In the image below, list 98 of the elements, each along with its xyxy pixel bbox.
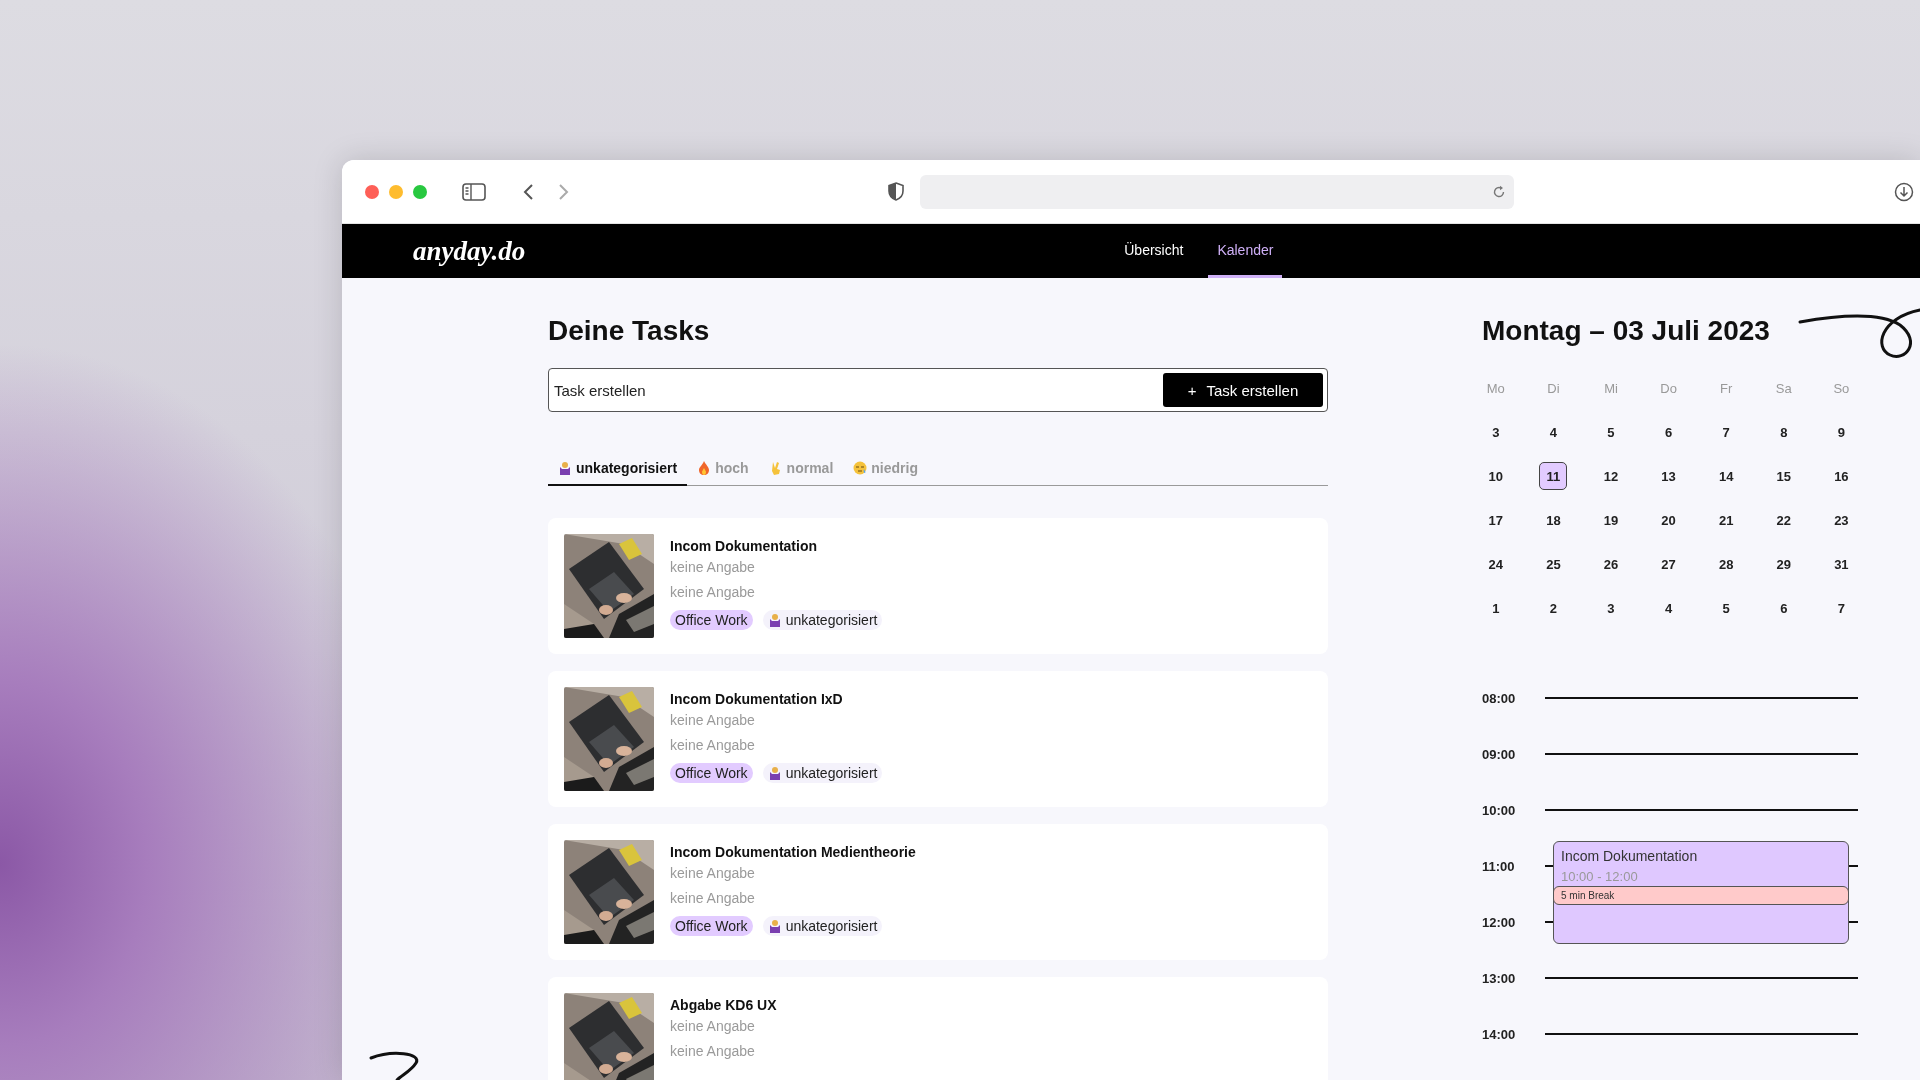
forward-icon[interactable] xyxy=(558,182,570,201)
page-title: Deine Tasks xyxy=(548,314,711,348)
weekday-label: Do xyxy=(1660,380,1677,396)
priority-tab[interactable]: unkategorisiert xyxy=(548,452,688,486)
task-title: Abgabe KD6 UX xyxy=(670,996,777,1014)
hour-label: 11:00 xyxy=(1482,858,1516,874)
weekday-label: Fr xyxy=(1720,380,1733,396)
calendar-day[interactable]: 4 xyxy=(1654,594,1683,622)
calendar-day[interactable]: 29 xyxy=(1769,550,1798,578)
task-input-field[interactable]: Task erstellen + Task erstellen xyxy=(548,368,1328,412)
hour-label: 14:00 xyxy=(1482,1026,1517,1042)
person-icon xyxy=(767,919,782,933)
calendar-day[interactable]: 3 xyxy=(1597,594,1625,622)
weekday-label: Di xyxy=(1547,380,1560,396)
nav-link[interactable]: Kalender xyxy=(1208,224,1283,278)
sidebar-icon[interactable] xyxy=(462,182,486,201)
task-title: Incom Dokumentation Medientheorie xyxy=(670,843,916,861)
task-detail: keine Angabe xyxy=(670,736,756,755)
nav-link[interactable]: Übersicht xyxy=(1115,224,1193,278)
task-title: Incom Dokumentation xyxy=(670,537,818,555)
create-task-button[interactable]: + Task erstellen xyxy=(1163,373,1323,407)
tag: Office Work xyxy=(670,610,753,630)
task-detail: keine Angabe xyxy=(670,1017,756,1036)
calendar-day[interactable]: 27 xyxy=(1654,550,1683,578)
calendar-day[interactable]: 5 xyxy=(1712,594,1741,622)
person-icon xyxy=(767,766,782,780)
calendar-day[interactable]: 22 xyxy=(1769,506,1798,534)
event-time: 10:00 - 12:00 xyxy=(1561,868,1639,885)
category-tag: unkategorisiert xyxy=(762,763,883,783)
category-tag: unkategorisiert xyxy=(762,610,883,630)
calendar-day[interactable]: 5 xyxy=(1597,418,1625,446)
tag: Office Work xyxy=(670,916,753,936)
task-title: Incom Dokumentation IxD xyxy=(670,690,844,708)
calendar-day[interactable]: 4 xyxy=(1539,418,1568,446)
calendar-day[interactable]: 8 xyxy=(1769,418,1798,446)
calendar-day[interactable]: 12 xyxy=(1597,462,1625,490)
calendar-day[interactable]: 7 xyxy=(1827,594,1856,622)
calendar-day[interactable]: 9 xyxy=(1827,418,1856,446)
person-icon xyxy=(558,461,572,475)
calendar-day[interactable]: 28 xyxy=(1712,550,1741,578)
calendar-day[interactable]: 14 xyxy=(1712,462,1741,490)
weekday-label: Mo xyxy=(1486,380,1505,396)
close-button[interactable] xyxy=(365,184,379,199)
calendar-day[interactable]: 20 xyxy=(1654,506,1683,534)
task-detail: keine Angabe xyxy=(670,889,756,908)
task-card[interactable]: Abgabe KD6 UX keine Angabe keine Angabe xyxy=(548,977,1328,1080)
calendar-title: Montag – 03 Juli 2023 xyxy=(1482,314,1770,348)
calendar-day[interactable]: 25 xyxy=(1539,550,1568,578)
flame-icon xyxy=(697,461,712,475)
weekday-label: So xyxy=(1833,380,1850,396)
calendar-day[interactable]: 10 xyxy=(1481,462,1510,490)
calendar-day[interactable]: 23 xyxy=(1827,506,1856,534)
calendar-day[interactable]: 24 xyxy=(1481,550,1510,578)
calendar-day[interactable]: 6 xyxy=(1654,418,1683,446)
back-icon[interactable] xyxy=(522,182,534,201)
task-card[interactable]: Incom Dokumentation keine Angabe keine Angabe Office Work unkategorisiert xyxy=(548,518,1328,654)
calendar-day[interactable]: 31 xyxy=(1827,550,1856,578)
calendar-day[interactable]: 15 xyxy=(1769,462,1798,490)
event-title: Incom Dokumentation xyxy=(1561,847,1699,865)
squiggle-drawing xyxy=(369,1051,419,1080)
logo[interactable]: anyday.do xyxy=(413,235,526,267)
reload-icon[interactable] xyxy=(1492,184,1506,199)
weekday-label: Sa xyxy=(1775,380,1792,396)
calendar-day[interactable]: 13 xyxy=(1654,462,1683,490)
calendar-day[interactable]: 26 xyxy=(1597,550,1625,578)
weekday-label: Mi xyxy=(1604,380,1618,396)
task-card[interactable]: Incom Dokumentation Medientheorie keine Angabe keine Angabe Office Work unkategorisiert xyxy=(548,824,1328,960)
hour-label: 12:00 xyxy=(1482,914,1517,930)
calendar-day[interactable]: 7 xyxy=(1712,418,1741,446)
hour-label: 13:00 xyxy=(1482,970,1517,986)
tag: Office Work xyxy=(670,763,753,783)
calendar-day[interactable]: 1 xyxy=(1481,594,1510,622)
break-block[interactable]: 5 min Break xyxy=(1553,886,1849,905)
download-icon[interactable] xyxy=(1894,181,1914,202)
calendar-day[interactable]: 6 xyxy=(1769,594,1798,622)
shield-icon[interactable] xyxy=(888,182,904,201)
task-card[interactable]: Incom Dokumentation IxD keine Angabe keine Angabe Office Work unkategorisiert xyxy=(548,671,1328,807)
calendar-day[interactable]: 19 xyxy=(1597,506,1625,534)
calendar-day[interactable]: 21 xyxy=(1712,506,1741,534)
task-detail: keine Angabe xyxy=(670,583,756,602)
calendar-day[interactable]: 2 xyxy=(1539,594,1568,622)
person-icon xyxy=(767,613,782,627)
calendar-day[interactable]: 11 xyxy=(1539,462,1568,490)
task-detail: keine Angabe xyxy=(670,1042,756,1061)
maximize-button[interactable] xyxy=(413,184,427,199)
calendar-day[interactable]: 18 xyxy=(1539,506,1568,534)
hour-label: 10:00 xyxy=(1482,802,1517,818)
task-detail: keine Angabe xyxy=(670,711,756,730)
face-icon xyxy=(853,461,868,475)
task-detail: keine Angabe xyxy=(670,558,756,577)
calendar-day[interactable]: 3 xyxy=(1481,418,1510,446)
hour-label: 09:00 xyxy=(1482,746,1517,762)
category-tag: unkategorisiert xyxy=(762,916,883,936)
calendar-day[interactable]: 16 xyxy=(1827,462,1856,490)
calendar-event[interactable]: Incom Dokumentation 10:00 - 12:00 5 min Break xyxy=(1553,841,1849,944)
hour-label: 08:00 xyxy=(1482,690,1517,706)
task-detail: keine Angabe xyxy=(670,864,756,883)
calendar-day[interactable]: 17 xyxy=(1481,506,1510,534)
